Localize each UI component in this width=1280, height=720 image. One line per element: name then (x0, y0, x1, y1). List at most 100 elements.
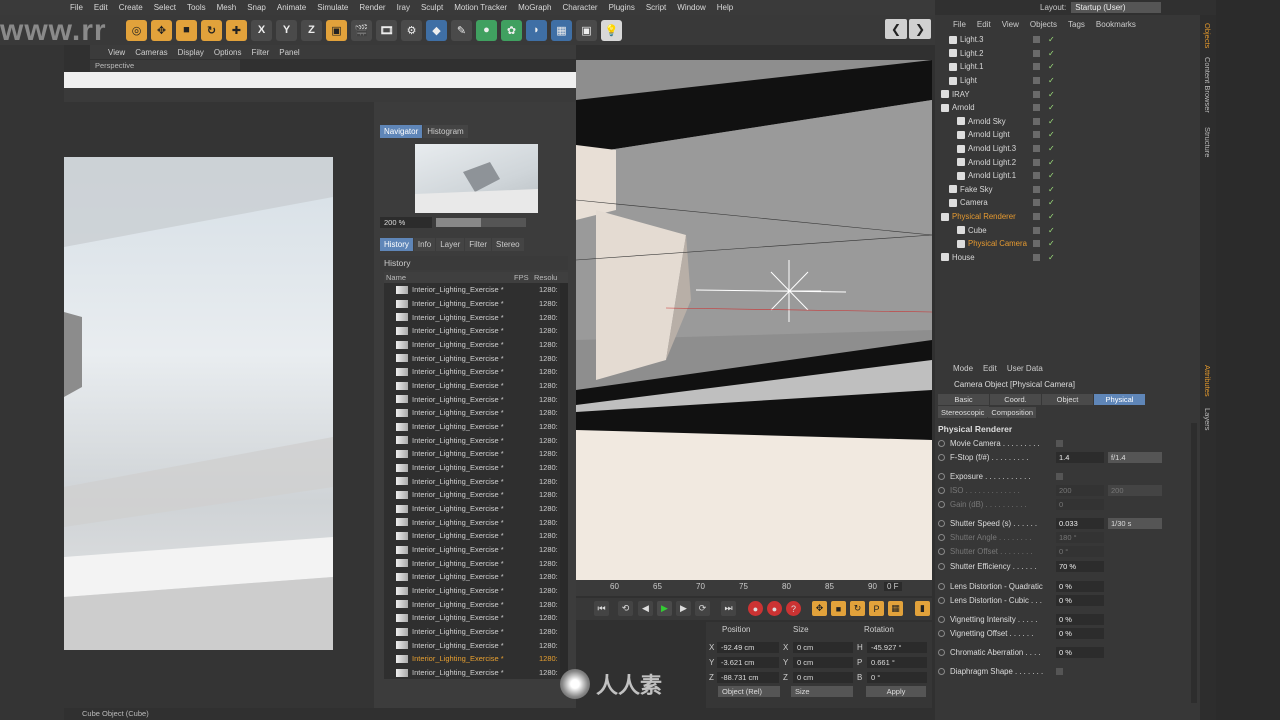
menu-iray[interactable]: Iray (397, 3, 410, 12)
go-to-start-icon[interactable]: ⏮ (594, 601, 609, 616)
attribute-scrollbar[interactable] (1191, 423, 1197, 703)
object-visibility-icon[interactable] (1033, 131, 1040, 139)
layout-dropdown[interactable]: Startup (User) (1071, 1, 1162, 13)
key-parameter-icon[interactable]: P (869, 601, 884, 616)
object-visibility-icon[interactable] (1033, 63, 1040, 71)
attribute-checkbox[interactable] (1056, 439, 1063, 447)
object-visibility-icon[interactable] (1033, 145, 1040, 153)
object-row[interactable]: Light.2 ✓ (935, 47, 1200, 61)
floor-scene-icon[interactable]: ▦ (551, 19, 572, 41)
object-row[interactable]: Arnold Light.3 ✓ (935, 142, 1200, 156)
object-visibility-icon[interactable] (1033, 117, 1040, 125)
attr-menu-mode[interactable]: Mode (953, 364, 973, 373)
enabled-check-icon[interactable]: ✓ (1048, 171, 1055, 180)
history-row[interactable]: Interior_Lighting_Exercise * 1280: (384, 365, 560, 379)
objects-menu-bookmarks[interactable]: Bookmarks (1096, 20, 1136, 29)
attribute-dropdown[interactable]: 200 (1108, 484, 1162, 496)
object-visibility-icon[interactable] (1033, 49, 1040, 57)
history-row[interactable]: Interior_Lighting_Exercise * 1280: (384, 570, 560, 584)
object-row[interactable]: Light ✓ (935, 74, 1200, 88)
recent-tools-icon[interactable]: ✚ (226, 19, 247, 41)
spline-pen-icon[interactable]: ✎ (451, 19, 472, 41)
key-scale-icon[interactable]: ■ (831, 601, 846, 616)
history-row[interactable]: Interior_Lighting_Exercise * 1280: (384, 406, 560, 420)
history-row[interactable]: Interior_Lighting_Exercise * 1280: (384, 447, 560, 461)
apply-button[interactable]: Apply (866, 686, 926, 697)
object-row[interactable]: Arnold Light ✓ (935, 128, 1200, 142)
attribute-checkbox[interactable] (1056, 667, 1063, 675)
light-icon[interactable]: 💡 (601, 19, 622, 41)
tab-structure[interactable]: Structure (1203, 127, 1212, 157)
object-visibility-icon[interactable] (1033, 158, 1040, 166)
history-row[interactable]: Interior_Lighting_Exercise * 1280: (384, 392, 560, 406)
menu-sculpt[interactable]: Sculpt (421, 3, 443, 12)
attr-tab-stereoscopic[interactable]: Stereoscopic (938, 407, 988, 418)
attribute-dropdown[interactable]: f/1.4 (1108, 451, 1162, 463)
key-rotation-icon[interactable]: ↻ (850, 601, 865, 616)
move-tool-icon[interactable]: ✥ (151, 19, 172, 41)
rotate-tool-icon[interactable]: ↻ (201, 19, 222, 41)
object-row[interactable]: Physical Camera ✓ (935, 237, 1200, 251)
next-key-icon[interactable]: ⟳ (695, 601, 710, 616)
viewport-menu-cameras[interactable]: Cameras (135, 48, 167, 57)
tab-histogram[interactable]: Histogram (423, 125, 468, 138)
tab-stereo[interactable]: Stereo (492, 238, 524, 251)
object-visibility-icon[interactable] (1033, 77, 1040, 85)
object-row[interactable]: Cube ✓ (935, 223, 1200, 237)
x-axis-lock-icon[interactable]: X (251, 19, 272, 41)
enabled-check-icon[interactable]: ✓ (1048, 198, 1055, 207)
menu-create[interactable]: Create (119, 3, 143, 12)
attr-tab-object[interactable]: Object (1042, 394, 1093, 405)
attribute-value-field[interactable]: 0 % (1056, 580, 1104, 592)
tab-info[interactable]: Info (413, 238, 436, 251)
object-row[interactable]: Arnold Light.2 ✓ (935, 155, 1200, 169)
enabled-check-icon[interactable]: ✓ (1048, 62, 1055, 71)
animate-radio-icon[interactable] (938, 500, 945, 508)
record-icon[interactable]: ● (748, 601, 763, 616)
cube-primitive-icon[interactable]: ◆ (426, 19, 447, 41)
object-visibility-icon[interactable] (1033, 172, 1040, 180)
y-axis-lock-icon[interactable]: Y (276, 19, 297, 41)
render-settings-icon[interactable]: ⚙ (401, 19, 422, 41)
animate-radio-icon[interactable] (938, 667, 945, 675)
menu-plugins[interactable]: Plugins (609, 3, 635, 12)
position-field[interactable]: -3.621 cm (717, 656, 779, 668)
history-row[interactable]: Interior_Lighting_Exercise * 1280: (384, 297, 560, 311)
viewport-3d[interactable] (576, 60, 932, 580)
viewport-menu-options[interactable]: Options (214, 48, 242, 57)
attr-tab-coord[interactable]: Coord. (990, 394, 1041, 405)
render-picture-viewer-icon[interactable]: 🎞 (376, 19, 397, 41)
attr-tab-basic[interactable]: Basic (938, 394, 989, 405)
objects-menu-tags[interactable]: Tags (1068, 20, 1085, 29)
enabled-check-icon[interactable]: ✓ (1048, 130, 1055, 139)
zoom-field[interactable]: 200 % (380, 217, 432, 228)
attribute-value-field[interactable]: 0 % (1056, 594, 1104, 606)
history-scrollbar[interactable] (560, 283, 568, 679)
tab-content-browser[interactable]: Content Browser (1203, 57, 1212, 113)
z-axis-lock-icon[interactable]: Z (301, 19, 322, 41)
object-row[interactable]: Fake Sky ✓ (935, 183, 1200, 197)
attr-menu-user-data[interactable]: User Data (1007, 364, 1043, 373)
attribute-value-field[interactable]: 0 ° (1056, 545, 1104, 557)
enabled-check-icon[interactable]: ✓ (1048, 144, 1055, 153)
tab-layers[interactable]: Layers (1203, 408, 1212, 431)
history-row[interactable]: Interior_Lighting_Exercise * 1280: (384, 474, 560, 488)
animate-radio-icon[interactable] (938, 439, 945, 447)
history-row[interactable]: Interior_Lighting_Exercise * 1280: (384, 529, 560, 543)
history-row[interactable]: Interior_Lighting_Exercise * 1280: (384, 638, 560, 652)
objects-menu-edit[interactable]: Edit (977, 20, 991, 29)
layout-selector[interactable]: Layout: Startup (User) (1040, 0, 1205, 14)
attribute-value-field[interactable]: 200 (1056, 484, 1104, 496)
object-row[interactable]: IRAY ✓ (935, 87, 1200, 101)
live-selection-icon[interactable]: ◎ (126, 19, 147, 41)
menu-mograph[interactable]: MoGraph (518, 3, 551, 12)
history-row[interactable]: Interior_Lighting_Exercise * 1280: (384, 351, 560, 365)
col-name[interactable]: Name (384, 272, 514, 283)
size-field[interactable]: 0 cm (793, 641, 853, 653)
menu-render[interactable]: Render (359, 3, 385, 12)
rotation-field[interactable]: -45.927 ° (867, 641, 927, 653)
prev-key-icon[interactable]: ⟲ (618, 601, 633, 616)
object-row[interactable]: Arnold ✓ (935, 101, 1200, 115)
object-row[interactable]: House ✓ (935, 251, 1200, 265)
object-visibility-icon[interactable] (1033, 185, 1040, 193)
